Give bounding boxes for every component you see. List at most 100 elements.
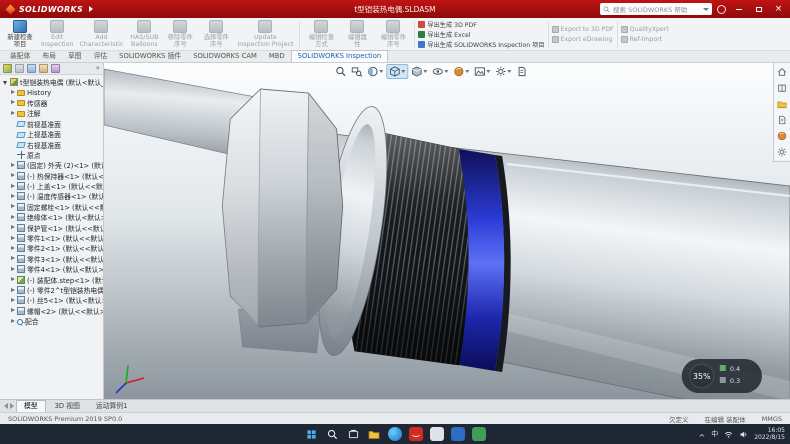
tree-item[interactable]: (-) 温度传感器<1> (默认<默认>_显示状态>) [2,191,103,201]
display-style-icon[interactable] [409,64,429,79]
maximize-button[interactable] [751,3,766,16]
balloons-button[interactable]: HAS/SUB Balloons [126,19,162,50]
tree-item[interactable]: 固定螺栓<1> (默认<<默认>_显示状态>) [2,202,103,212]
tree-item[interactable]: 注解 [2,108,103,118]
tree-item[interactable]: 零件4<1> (默认<默认>_显示状态>) [2,264,103,274]
view-orientation-icon[interactable] [386,64,408,79]
tree-item[interactable]: 绝缘体<1> (默认<默认>_显示状态>) [2,212,103,222]
tray-expand-icon[interactable] [699,425,706,444]
tree-item[interactable]: 零件3<1> (默认<<默认>_显示状态>) [2,254,103,264]
tab-scroll-right-icon[interactable] [10,403,14,409]
expander-icon[interactable] [9,286,16,294]
new-inspection-project-button[interactable]: 新建检查 项目 [2,19,38,50]
expander-icon[interactable] [9,172,16,180]
units-selector[interactable]: MMGS [762,415,782,423]
model-tab[interactable]: 模型 [16,400,46,412]
tree-item[interactable]: (-) 丝5<1> (默认<默认>_显示状态>) [2,295,103,305]
expander-icon[interactable] [9,276,16,284]
search-dropdown-icon[interactable] [703,8,709,11]
panel-overflow-icon[interactable]: » [96,64,100,73]
expander-icon[interactable] [9,265,16,273]
display-manager-tab-icon[interactable] [51,64,60,73]
expander-icon[interactable] [9,203,16,211]
expander-icon[interactable] [9,255,16,263]
feature-manager-tab-icon[interactable] [3,64,12,73]
expander-icon[interactable] [9,213,16,221]
tree-root[interactable]: t型铠装热电偶 (默认<默认_显示状态-1>) [2,77,103,87]
start-button[interactable] [304,427,318,441]
resources-icon[interactable] [776,66,788,78]
qualityxpert-button[interactable]: QualityXpert [621,25,669,34]
tree-item[interactable]: (-) 热保持器<1> (默认<<默认>_显示状态>) [2,171,103,181]
expander-icon[interactable] [2,78,9,86]
section-view-icon[interactable] [365,64,385,79]
tab-addins[interactable]: SOLIDWORKS 插件 [113,51,187,62]
volume-icon[interactable] [739,430,748,439]
tree-item[interactable]: (-) 上盖<1> (默认<<默认>_显示状态>) [2,181,103,191]
dimxpert-manager-tab-icon[interactable] [39,64,48,73]
expander-icon[interactable] [9,182,16,190]
3d-views-tab[interactable]: 3D 视图 [48,401,87,412]
tab-evaluate[interactable]: 评估 [88,51,114,62]
property-manager-tab-icon[interactable] [15,64,24,73]
expander-icon[interactable] [9,224,16,232]
export-edrawing-button[interactable]: Export eDrawing [552,35,614,44]
performance-badge[interactable]: 35% 0.4 0.3 [682,359,762,393]
minimize-button[interactable] [731,3,746,16]
tab-inspection[interactable]: SOLIDWORKS Inspection [291,50,389,62]
edit-balloons-button[interactable]: 编辑零件 序号 [375,19,411,50]
tree-item[interactable]: History [2,87,103,97]
tree-item[interactable]: 配合 [2,316,103,326]
edit-properties-button[interactable]: 编辑属 性 [339,19,375,50]
tab-cam[interactable]: SOLIDWORKS CAM [187,51,263,62]
tree-item[interactable]: 螺帽<2> (默认<<默认>_显示状态>) [2,306,103,316]
motion-study-tab[interactable]: 运动算例1 [89,401,135,412]
tab-scroll-left-icon[interactable] [4,403,8,409]
app-icon-1[interactable] [430,427,444,441]
app-icon-3[interactable] [472,427,486,441]
expander-icon[interactable] [9,99,16,107]
wifi-icon[interactable] [724,430,733,439]
edge-browser-icon[interactable] [388,427,402,441]
tree-item[interactable]: (-) 装配体.step<1> (默认<<默认>_显示状态>) [2,274,103,284]
design-library-icon[interactable] [776,82,788,94]
tree-item[interactable]: (-) 零件2^t型铠装热电偶 -> ? (默认<<默认>_显示状态>) [2,285,103,295]
hide-show-items-icon[interactable] [430,64,450,79]
zoom-fit-icon[interactable] [333,64,348,79]
export-3d-pdf-button[interactable]: 导出生成 3D PDF [418,20,544,29]
tree-item[interactable]: 原点 [2,150,103,160]
tree-item[interactable]: 传感器 [2,98,103,108]
tree-item[interactable]: 上视基准面 [2,129,103,139]
tab-assembly[interactable]: 装配体 [4,51,36,62]
tree-item[interactable]: 零件2<1> (默认<<默认>_显示状态>) [2,243,103,253]
options-icon[interactable] [514,64,529,79]
expander-icon[interactable] [9,161,16,169]
ime-indicator[interactable]: 中 [711,429,718,439]
menu-expand-arrow-icon[interactable] [89,6,93,12]
taskbar-search-icon[interactable] [325,427,339,441]
edit-appearance-icon[interactable] [451,64,471,79]
view-palette-icon[interactable] [776,114,788,126]
tree-item[interactable]: 零件1<1> (默认<<默认>_显示状态>) [2,233,103,243]
appearances-icon[interactable] [776,130,788,142]
expander-icon[interactable] [9,234,16,242]
tab-layout[interactable]: 布局 [36,51,62,62]
tree-item[interactable]: 右视基准面 [2,139,103,149]
expander-icon[interactable] [9,89,16,97]
clock[interactable]: 16:05 2022/8/15 [754,427,785,442]
edit-inspection-method-button[interactable]: 编辑检查 方式 [303,19,339,50]
add-characteristic-button[interactable]: Add Characteristic [77,19,127,50]
remove-balloons-button[interactable]: 移除零件 序号 [162,19,198,50]
file-explorer-icon[interactable] [776,98,788,110]
close-button[interactable] [771,3,786,16]
export-to-3d-pdf-button[interactable]: Export to 3D PDF [552,25,614,34]
apply-scene-icon[interactable] [472,64,492,79]
tree-item[interactable]: (固定) 外壳 (2)<1> (默认<<默认>_显示状态>) [2,160,103,170]
help-search-box[interactable]: 搜索 SOLIDWORKS 帮助 [600,3,712,15]
export-excel-button[interactable]: 导出生成 Excel [418,30,544,39]
tab-mbd[interactable]: MBD [263,51,291,62]
expander-icon[interactable] [9,244,16,252]
edit-inspection-button[interactable]: Edit Inspection [38,19,77,50]
tree-item[interactable]: 前视基准面 [2,119,103,129]
tree-item[interactable]: 保护管<1> (默认<<默认>_显示状态>) [2,222,103,232]
